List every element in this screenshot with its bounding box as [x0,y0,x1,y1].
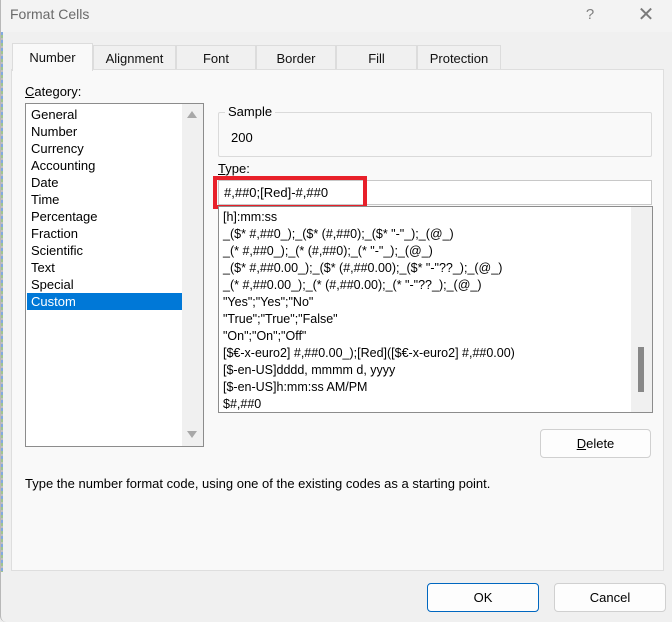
type-input[interactable]: #,##0;[Red]-#,##0 [218,180,652,205]
category-item-fraction[interactable]: Fraction [27,225,182,242]
dialog-title: Format Cells [10,6,90,22]
type-label-text: ype: [225,161,250,176]
format-code-item[interactable]: "True";"True";"False" [223,311,338,328]
help-button[interactable]: ? [579,4,601,26]
format-code-item[interactable]: _($* #,##0.00_);_($* (#,##0.00);_($* "-"… [223,260,502,277]
tab-strip: Number Alignment Font Border Fill Protec… [11,43,671,71]
ok-button[interactable]: OK [427,583,539,612]
tab-font[interactable]: Font [176,45,256,71]
category-item-percentage[interactable]: Percentage [27,208,182,225]
type-label: Type: [218,161,250,176]
format-list-scrollbar[interactable] [631,207,652,412]
tab-fill[interactable]: Fill [336,45,417,71]
delete-button-text: elete [586,436,615,451]
category-item-accounting[interactable]: Accounting [27,157,182,174]
format-code-item[interactable]: [$-en-US]dddd, mmmm d, yyyy [223,362,395,379]
hint-text: Type the number format code, using one o… [25,476,491,491]
delete-button-accel: D [576,436,587,451]
format-code-item[interactable]: _(* #,##0_);_(* (#,##0);_(* "-"_);_(@_) [223,243,433,260]
background-spreadsheet-edge [1,32,3,572]
scroll-down-arrow-icon[interactable] [187,431,197,438]
scrollbar-thumb[interactable] [638,347,644,392]
sample-legend: Sample [225,104,276,119]
category-item-general[interactable]: General [27,106,182,123]
tab-number[interactable]: Number [12,43,93,71]
tab-border[interactable]: Border [256,45,336,71]
category-item-number[interactable]: Number [27,123,182,140]
category-item-currency[interactable]: Currency [27,140,182,157]
category-label: Category: [25,84,81,99]
category-list[interactable]: General Number Currency Accounting Date … [25,103,204,447]
category-scrollbar[interactable] [182,104,203,446]
format-code-item[interactable]: [h]:mm:ss [223,209,277,226]
category-label-text: ategory: [34,84,82,99]
sample-value: 200 [231,130,253,145]
tab-protection[interactable]: Protection [417,45,501,71]
category-item-custom[interactable]: Custom [27,293,182,310]
format-code-item[interactable]: [$-en-US]h:mm:ss AM/PM [223,379,367,396]
format-code-item[interactable]: _(* #,##0.00_);_(* (#,##0.00);_(* "-"??_… [223,277,482,294]
format-code-item[interactable]: _($* #,##0_);_($* (#,##0);_($* "-"_);_(@… [223,226,454,243]
format-code-item[interactable]: "Yes";"Yes";"No" [223,294,313,311]
format-code-item[interactable]: [$€-x-euro2] #,##0.00_);[Red]([$€-x-euro… [223,345,515,362]
category-item-text[interactable]: Text [27,259,182,276]
cancel-button[interactable]: Cancel [554,583,666,612]
sample-group [218,112,652,157]
category-item-scientific[interactable]: Scientific [27,242,182,259]
category-item-special[interactable]: Special [27,276,182,293]
category-item-time[interactable]: Time [27,191,182,208]
format-code-item[interactable]: $#,##0 [223,396,261,412]
delete-button[interactable]: Delete [540,429,651,458]
format-cells-dialog: Format Cells ? ✕ Number Alignment Font B… [0,0,672,622]
title-bar: Format Cells ? ✕ [1,0,672,32]
format-code-item[interactable]: "On";"On";"Off" [223,328,306,345]
tab-alignment[interactable]: Alignment [93,45,176,71]
scroll-up-arrow-icon[interactable] [187,111,197,118]
format-code-list[interactable]: [h]:mm:ss _($* #,##0_);_($* (#,##0);_($*… [218,206,653,413]
close-button[interactable]: ✕ [629,2,663,28]
category-label-accel: C [25,84,35,99]
category-item-date[interactable]: Date [27,174,182,191]
